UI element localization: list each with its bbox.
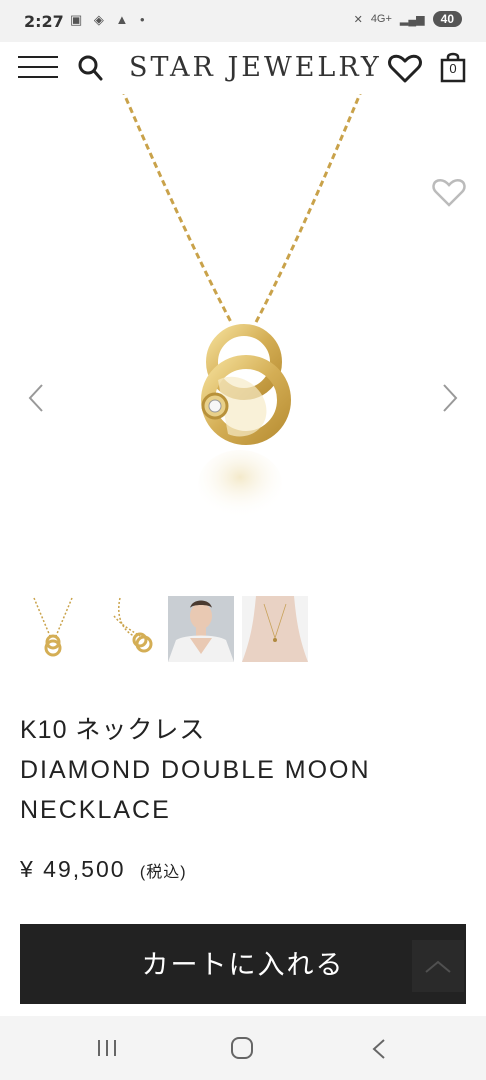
thumbnail[interactable] [242,596,308,662]
favorite-icon[interactable] [432,178,466,208]
site-header: STAR JEWELRY 0 [0,42,486,94]
system-navigation-bar [0,1016,486,1080]
mute-icon: ✕ [353,13,363,26]
notification-icons: ▣ ◈ ▲ • [70,12,149,27]
menu-icon[interactable] [18,56,58,80]
status-right: ✕ 4G+ ▂▄▆ 40 [354,11,462,27]
thumbnail[interactable] [94,596,160,662]
product-image [122,94,362,518]
heart-icon[interactable] [388,54,422,84]
product-title-en: DIAMOND DOUBLE MOON NECKLACE [20,756,371,824]
search-icon[interactable] [78,54,104,82]
recents-icon[interactable] [96,1038,118,1058]
network-label: 4G+ [370,13,392,25]
home-icon[interactable] [230,1036,254,1060]
bag-icon[interactable]: 0 [440,51,466,83]
add-to-cart-button[interactable]: カートに入れる [20,924,466,1004]
thumbnail-strip [20,596,308,662]
price-tax-label: (税込) [139,864,187,881]
chevron-right-icon[interactable] [440,382,460,414]
battery-indicator: 40 [432,11,462,27]
scroll-top-icon [425,960,451,973]
status-time: 2:27 [24,12,64,31]
brand-logo[interactable]: STAR JEWELRY [129,52,382,83]
status-bar: 2:27 ▣ ◈ ▲ • ✕ 4G+ ▂▄▆ 40 [0,0,486,42]
price-value: ¥ 49,500 [20,856,126,882]
scroll-top-button[interactable] [412,940,464,992]
chevron-left-icon[interactable] [26,382,46,414]
thumbnail[interactable] [168,596,234,662]
product-title-ja: K10 ネックレス [20,716,206,744]
product-image-carousel[interactable] [0,94,486,584]
product-price: ¥ 49,500 (税込) [20,856,187,883]
cart-count: 0 [449,61,457,76]
thumbnail[interactable] [20,596,86,662]
back-icon[interactable] [370,1038,388,1060]
signal-icon: ▂▄▆ [399,13,425,26]
